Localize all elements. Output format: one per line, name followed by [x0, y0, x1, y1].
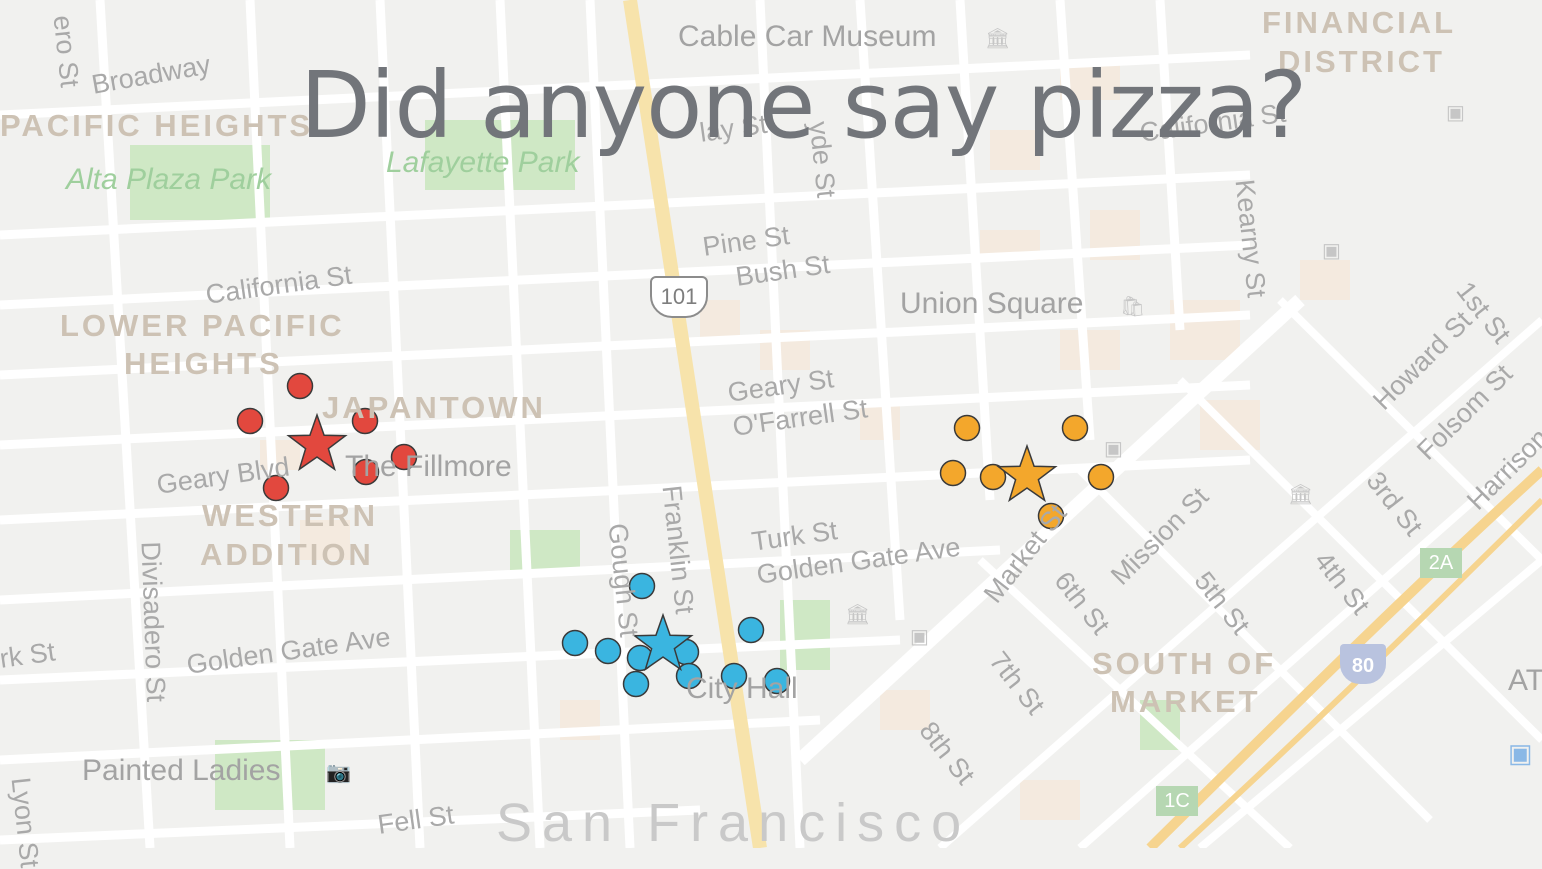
- label-lower-pacific-heights-2: HEIGHTS: [124, 346, 283, 381]
- label-lower-pacific-heights-1: LOWER PACIFIC: [60, 308, 345, 343]
- label-painted-ladies[interactable]: Painted Ladies: [82, 754, 281, 788]
- label-south-of-market-1: SOUTH OF: [1092, 646, 1277, 681]
- blue-cluster-point[interactable]: [594, 637, 622, 665]
- exit-2a-badge: 2A: [1420, 548, 1462, 578]
- exit-1c-badge: 1C: [1156, 786, 1198, 816]
- label-western-addition-2: ADDITION: [200, 537, 374, 572]
- label-pacific-heights: PACIFIC HEIGHTS: [0, 108, 314, 143]
- label-divisadero-st: Divisadero St: [135, 540, 172, 703]
- label-cable-car-museum[interactable]: Cable Car Museum: [678, 20, 936, 54]
- orange-cluster-point[interactable]: [939, 459, 967, 487]
- label-at-edge: AT: [1508, 664, 1542, 697]
- transit-icon: ▣: [1508, 738, 1533, 768]
- camera-icon: 📷: [326, 762, 351, 784]
- transit-icon: ▣: [1446, 102, 1465, 124]
- orange-cluster-point[interactable]: [1061, 414, 1089, 442]
- orange-cluster-point[interactable]: [953, 414, 981, 442]
- label-city-hall[interactable]: City Hall: [686, 672, 798, 706]
- label-japantown: JAPANTOWN: [322, 390, 546, 425]
- transit-icon: ▣: [1322, 240, 1341, 262]
- museum-icon: 🏛: [1288, 484, 1314, 506]
- label-western-addition-1: WESTERN: [202, 498, 378, 533]
- red-cluster-point[interactable]: [236, 407, 264, 435]
- transit-icon: ▣: [910, 626, 929, 648]
- label-the-fillmore[interactable]: The Fillmore: [345, 450, 512, 484]
- museum-icon: 🏛: [985, 28, 1011, 50]
- page-title: Did anyone say pizza?: [300, 52, 1307, 159]
- transit-icon: ▣: [1104, 438, 1123, 460]
- orange-cluster-centroid-star[interactable]: [996, 443, 1058, 503]
- label-union-square[interactable]: Union Square: [900, 287, 1083, 321]
- label-financial-district-1: FINANCIAL: [1262, 5, 1457, 40]
- interstate-80-shield: 80: [1340, 644, 1386, 684]
- shopping-bag-icon: 🛍: [1120, 296, 1146, 318]
- red-cluster-point[interactable]: [286, 372, 314, 400]
- label-san-francisco: San Francisco: [496, 793, 972, 853]
- label-alta-plaza-park[interactable]: Alta Plaza Park: [66, 163, 271, 197]
- label-south-of-market-2: MARKET: [1110, 684, 1261, 719]
- blue-cluster-point[interactable]: [622, 670, 650, 698]
- blue-cluster-point[interactable]: [737, 616, 765, 644]
- blue-cluster-point[interactable]: [561, 629, 589, 657]
- orange-cluster-point[interactable]: [1087, 463, 1115, 491]
- museum-icon: 🏛: [845, 604, 871, 626]
- highway-101-shield: 101: [650, 276, 708, 318]
